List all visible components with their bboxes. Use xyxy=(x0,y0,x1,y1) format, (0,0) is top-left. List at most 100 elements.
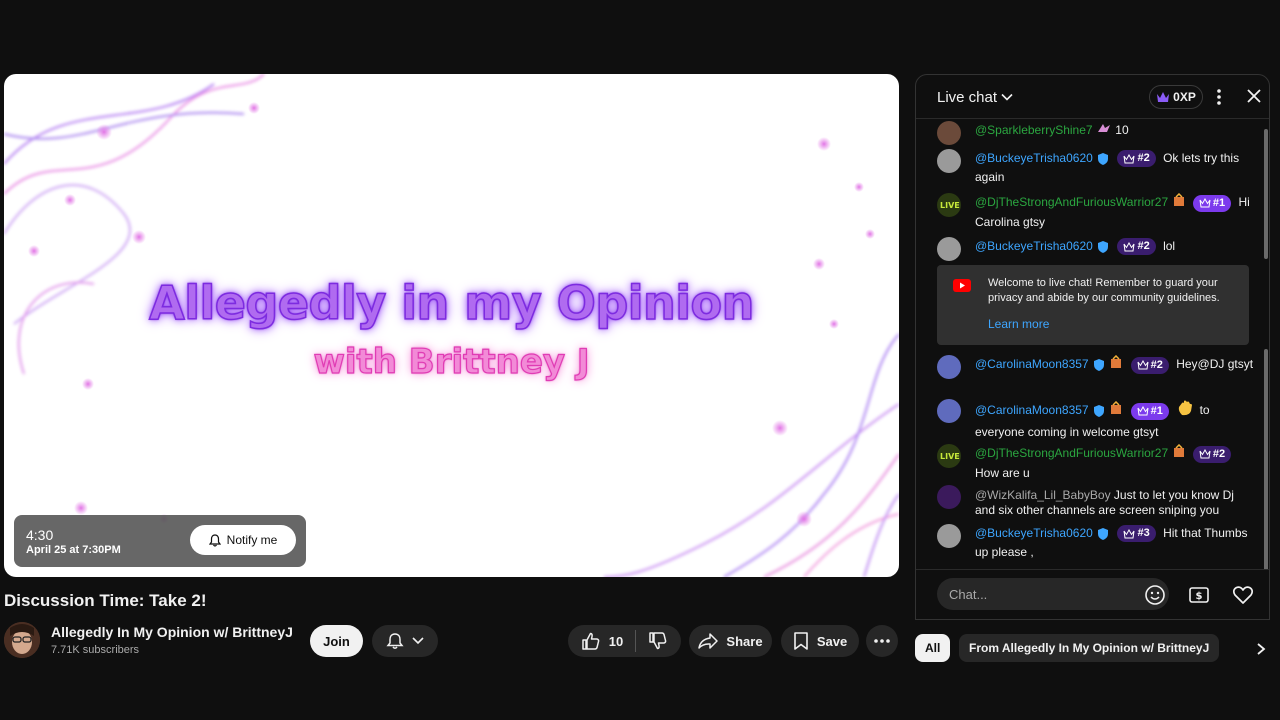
message-text: Hey@DJ gtsyt xyxy=(1176,357,1254,372)
live-logo-icon: LIVE xyxy=(940,452,960,461)
notify-me-label: Notify me xyxy=(226,533,278,547)
crown-icon xyxy=(1199,198,1211,208)
user-avatar[interactable] xyxy=(937,121,961,145)
heart-icon[interactable] xyxy=(1232,584,1254,606)
xp-badge[interactable]: 0XP xyxy=(1149,85,1203,109)
waving-hand-icon xyxy=(1176,399,1196,423)
chat-message: @BuckeyeTrisha0620 #2 Ok lets try this a… xyxy=(937,149,1257,187)
chevron-right-icon[interactable] xyxy=(1255,642,1267,656)
message-text: lol xyxy=(1163,239,1176,253)
emoji-icon[interactable] xyxy=(1144,584,1166,606)
message-author[interactable]: @SparkleberryShine7 xyxy=(975,123,1093,137)
bookmark-icon xyxy=(794,632,808,650)
share-icon xyxy=(698,633,719,649)
chat-scrollbar-track[interactable] xyxy=(1264,349,1268,569)
save-button[interactable]: Save xyxy=(781,625,859,657)
svg-text:LIVE: LIVE xyxy=(940,201,960,210)
message-author[interactable]: @BuckeyeTrisha0620 xyxy=(975,526,1093,540)
crown-icon xyxy=(1199,449,1211,459)
crown-icon xyxy=(1123,241,1135,252)
channel-name[interactable]: Allegedly In My Opinion w/ BrittneyJ xyxy=(51,624,293,640)
chat-message: @BuckeyeTrisha0620 #3 Hit that Thumbs up… xyxy=(937,524,1257,562)
rank-badge: #2 xyxy=(1117,150,1156,168)
avatar-image xyxy=(4,622,40,658)
chat-message: @CarolinaMoon8357 #2 Hey@DJ gtsyt xyxy=(937,354,1257,379)
message-author[interactable]: @BuckeyeTrisha0620 xyxy=(975,151,1093,165)
chip-all[interactable]: All xyxy=(915,634,951,662)
chat-message: LIVE @DjTheStrongAndFuriousWarrior27 #1 … xyxy=(937,192,1257,232)
notifications-button[interactable] xyxy=(372,625,438,657)
verified-shield-icon xyxy=(1093,405,1104,417)
thumbs-up-icon xyxy=(582,632,600,650)
more-horizontal-icon xyxy=(874,639,890,643)
chat-message: @CarolinaMoon8357 #1 to everyone coming … xyxy=(937,399,1257,442)
crown-icon xyxy=(1137,360,1149,370)
chat-scrollbar-thumb[interactable] xyxy=(1264,129,1268,259)
chat-input[interactable]: Chat... xyxy=(937,578,1169,610)
close-icon[interactable] xyxy=(1246,88,1262,104)
notify-me-button[interactable]: Notify me xyxy=(190,525,296,555)
live-logo-icon: LIVE xyxy=(940,201,960,210)
verified-shield-icon xyxy=(1093,359,1104,371)
schedule-date: April 25 at 7:30PM xyxy=(26,544,121,556)
chat-mode-selector[interactable]: Live chat xyxy=(937,89,997,106)
learn-more-link[interactable]: Learn more xyxy=(988,317,1049,331)
player-title-line1: Allegedly in my Opinion xyxy=(148,275,755,331)
super-chat-icon[interactable]: $ xyxy=(1188,584,1210,606)
rank-badge: #3 xyxy=(1117,525,1156,543)
live-chat-panel: Live chat 0XP @SparkleberryShine7 10 @Bu… xyxy=(915,74,1270,620)
message-author[interactable]: @BuckeyeTrisha0620 xyxy=(975,239,1093,253)
member-gift-icon xyxy=(1172,443,1186,464)
chat-message: @SparkleberryShine7 10 xyxy=(937,121,1257,145)
user-avatar[interactable]: LIVE xyxy=(937,193,961,217)
channel-avatar[interactable] xyxy=(4,622,40,658)
verified-shield-icon xyxy=(1098,527,1109,540)
subscriber-count: 7.71K subscribers xyxy=(51,644,140,656)
rank-badge: #1 xyxy=(1192,194,1232,212)
member-gift-icon xyxy=(1172,192,1186,213)
rank-label: #2 xyxy=(1212,447,1226,460)
message-text: How are u xyxy=(975,466,1030,480)
bell-icon xyxy=(386,633,404,649)
verified-shield-icon xyxy=(1098,240,1109,253)
rank-label: #1 xyxy=(1212,196,1226,209)
crown-icon xyxy=(1123,153,1135,164)
message-author[interactable]: @WizKalifa_Lil_BabyBoy xyxy=(975,488,1111,502)
video-player[interactable]: Allegedly in my Opinion with Brittney J … xyxy=(4,74,899,577)
chevron-down-icon[interactable] xyxy=(1000,90,1014,104)
kebab-menu-icon[interactable] xyxy=(1212,87,1226,107)
user-avatar[interactable]: LIVE xyxy=(937,444,961,468)
youtube-watch-page: Allegedly in my Opinion with Brittney J … xyxy=(0,0,1280,720)
more-actions-button[interactable] xyxy=(866,625,898,657)
bell-icon xyxy=(208,533,221,547)
premiere-schedule-card: 4:30 April 25 at 7:30PM Notify me xyxy=(14,515,306,567)
rank-label: #2 xyxy=(1137,240,1150,253)
like-count: 10 xyxy=(608,633,624,649)
user-avatar[interactable] xyxy=(937,399,961,423)
chat-messages: @SparkleberryShine7 10 @BuckeyeTrisha062… xyxy=(916,119,1269,569)
rank-label: #2 xyxy=(1137,152,1150,165)
user-avatar[interactable] xyxy=(937,237,961,261)
dislike-button[interactable] xyxy=(636,625,680,657)
user-avatar[interactable] xyxy=(937,355,961,379)
chat-filter-chips: All From Allegedly In My Opinion w/ Brit… xyxy=(915,634,1270,662)
verified-shield-icon xyxy=(1098,152,1109,165)
message-text: 10 xyxy=(1115,123,1129,137)
message-author[interactable]: @DjTheStrongAndFuriousWarrior27 xyxy=(975,195,1168,209)
svg-text:LIVE: LIVE xyxy=(940,452,960,461)
rank-label: #2 xyxy=(1150,358,1163,371)
rank-badge: #2 xyxy=(1192,445,1232,463)
user-avatar[interactable] xyxy=(937,524,961,548)
rank-label: #1 xyxy=(1150,404,1163,417)
message-author[interactable]: @CarolinaMoon8357 xyxy=(975,357,1089,371)
chip-from-channel[interactable]: From Allegedly In My Opinion w/ Brittney… xyxy=(959,634,1220,662)
user-avatar[interactable] xyxy=(937,149,961,173)
share-button[interactable]: Share xyxy=(689,625,772,657)
like-dislike-group: 10 xyxy=(568,625,681,657)
join-button[interactable]: Join xyxy=(310,625,363,657)
like-button[interactable]: 10 xyxy=(569,625,635,657)
user-avatar[interactable] xyxy=(937,485,961,509)
message-author[interactable]: @DjTheStrongAndFuriousWarrior27 xyxy=(975,446,1168,460)
welcome-banner: Welcome to live chat! Remember to guard … xyxy=(937,265,1249,345)
message-author[interactable]: @CarolinaMoon8357 xyxy=(975,403,1089,417)
